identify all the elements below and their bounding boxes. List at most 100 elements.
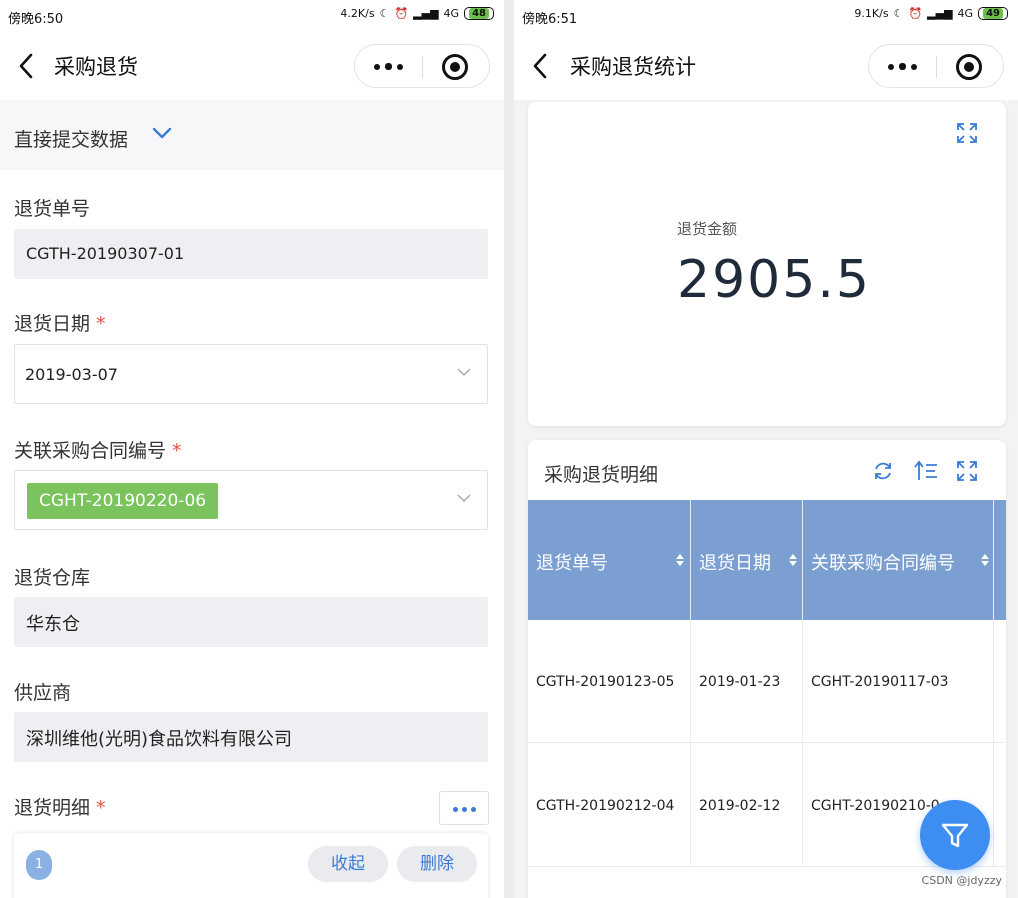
alarm-icon: ⏰ [394,7,409,20]
close-mini-program-icon[interactable] [956,54,982,80]
alarm-icon: ⏰ [908,7,923,20]
capsule-divider [422,56,423,78]
sort-icon[interactable] [914,460,938,482]
table-title: 采购退货明细 [544,464,659,486]
more-menu-button[interactable] [869,45,936,87]
delete-button[interactable]: 删除 [397,846,477,882]
collapse-button[interactable]: 收起 [308,846,388,882]
battery-icon: 49 [978,7,1008,20]
contract-tag[interactable]: CGHT-20190220-06 [27,483,219,519]
column-header-overflow [994,500,1006,620]
return-no-value: CGTH-20190307-01 [26,244,185,263]
details-label: 退货明细 * [14,797,106,819]
fullscreen-icon[interactable] [956,460,978,482]
sort-arrows-icon [981,554,989,566]
back-icon[interactable] [16,52,38,80]
mini-program-capsule [354,44,490,88]
signal-icon: ▂▄▆ [413,7,439,20]
capsule-divider [936,56,937,78]
metric-label: 退货金额 [677,220,738,238]
return-date-picker[interactable]: 2019-03-07 [14,344,488,404]
contract-no-label: 关联采购合同编号 * [14,440,182,462]
chevron-down-icon [457,494,471,503]
supplier-value: 深圳维他(光明)食品饮料有限公司 [26,729,293,750]
column-header[interactable]: 退货日期 [691,500,803,620]
network-speed: 4.2K/s [340,7,375,20]
status-bar: 傍晚6:51 9.1K/s ☾ ⏰ ▂▄▆ 4G 49 [514,0,1018,32]
filter-button[interactable] [920,800,990,870]
table-cell: CGTH-20190123-05 [528,620,691,742]
required-mark: * [172,440,182,462]
more-dot-icon [374,64,380,70]
column-header[interactable]: 关联采购合同编号 [803,500,994,620]
return-amount-card: 退货金额 2905.5 [528,102,1006,426]
status-icons: 9.1K/s ☾ ⏰ ▂▄▆ 4G 49 [854,7,1008,20]
refresh-icon[interactable] [872,460,894,482]
more-dot-icon [385,63,392,70]
more-dot-icon [397,64,403,70]
return-no-field: CGTH-20190307-01 [14,229,488,279]
table-cell: CGTH-20190212-04 [528,744,691,866]
submit-mode-selector[interactable]: 直接提交数据 [0,100,504,170]
table-cell: 2019-02-12 [691,744,803,866]
signal-icon: ▂▄▆ [927,7,953,20]
fullscreen-icon[interactable] [956,122,978,144]
status-time: 傍晚6:51 [522,12,578,27]
more-dot-icon [471,807,476,812]
status-time: 傍晚6:50 [8,12,64,27]
more-menu-button[interactable] [355,45,422,87]
more-dot-icon [462,807,467,812]
status-icons: 4.2K/s ☾ ⏰ ▂▄▆ 4G 48 [340,7,494,20]
detail-item-card: 1 收起 删除 [14,833,488,898]
moon-icon: ☾ [893,7,904,20]
battery-level: 49 [983,8,1003,19]
nav-bar: 采购退货 [0,32,504,100]
network-type: 4G [443,7,460,20]
nav-bar: 采购退货统计 [514,32,1018,100]
back-icon[interactable] [530,52,552,80]
return-date-value: 2019-03-07 [25,365,118,384]
return-date-label: 退货日期 * [14,313,106,335]
required-mark: * [96,313,106,335]
purchase-return-stats-screen: 傍晚6:51 9.1K/s ☾ ⏰ ▂▄▆ 4G 49 采购退货统计 退货金额 … [514,0,1018,898]
details-more-button[interactable] [439,791,489,825]
return-no-label: 退货单号 [14,198,91,220]
warehouse-value: 华东仓 [26,614,80,635]
moon-icon: ☾ [379,7,390,20]
warehouse-label: 退货仓库 [14,567,91,589]
table-cell: 2019-01-23 [691,620,803,742]
battery-level: 48 [469,8,489,19]
table-row[interactable]: CGTH-20190123-05 2019-01-23 CGHT-2019011… [528,620,1006,743]
contract-no-select[interactable]: CGHT-20190220-06 [14,470,488,530]
page-title: 采购退货 [54,55,138,79]
chevron-down-icon [152,127,172,139]
status-bar: 傍晚6:50 4.2K/s ☾ ⏰ ▂▄▆ 4G 48 [0,0,504,32]
battery-icon: 48 [464,7,494,20]
page-title: 采购退货统计 [570,55,696,79]
sort-arrows-icon [789,554,797,566]
more-dot-icon [888,64,894,70]
chevron-down-icon [457,368,471,377]
sort-arrows-icon [676,554,684,566]
more-dot-icon [911,64,917,70]
more-dot-icon [899,63,906,70]
table-cell: CGHT-20190117-03 [803,620,994,742]
required-mark: * [96,797,106,819]
supplier-field: 深圳维他(光明)食品饮料有限公司 [14,712,488,762]
metric-value: 2905.5 [677,250,871,310]
watermark: CSDN @jdyzzy [921,874,1002,887]
submit-mode-label: 直接提交数据 [14,129,129,151]
mini-program-capsule [868,44,1004,88]
column-header[interactable]: 退货单号 [528,500,691,620]
network-type: 4G [957,7,974,20]
close-mini-program-icon[interactable] [442,54,468,80]
table-header: 退货单号 退货日期 关联采购合同编号 [528,500,1006,620]
warehouse-field: 华东仓 [14,597,488,647]
detail-index-badge: 1 [26,850,52,880]
purchase-return-form-screen: 傍晚6:50 4.2K/s ☾ ⏰ ▂▄▆ 4G 48 采购退货 直接提交数据 … [0,0,504,898]
network-speed: 9.1K/s [854,7,889,20]
supplier-label: 供应商 [14,682,72,704]
filter-icon [941,823,969,848]
more-dot-icon [453,807,458,812]
panel-divider [504,0,514,898]
